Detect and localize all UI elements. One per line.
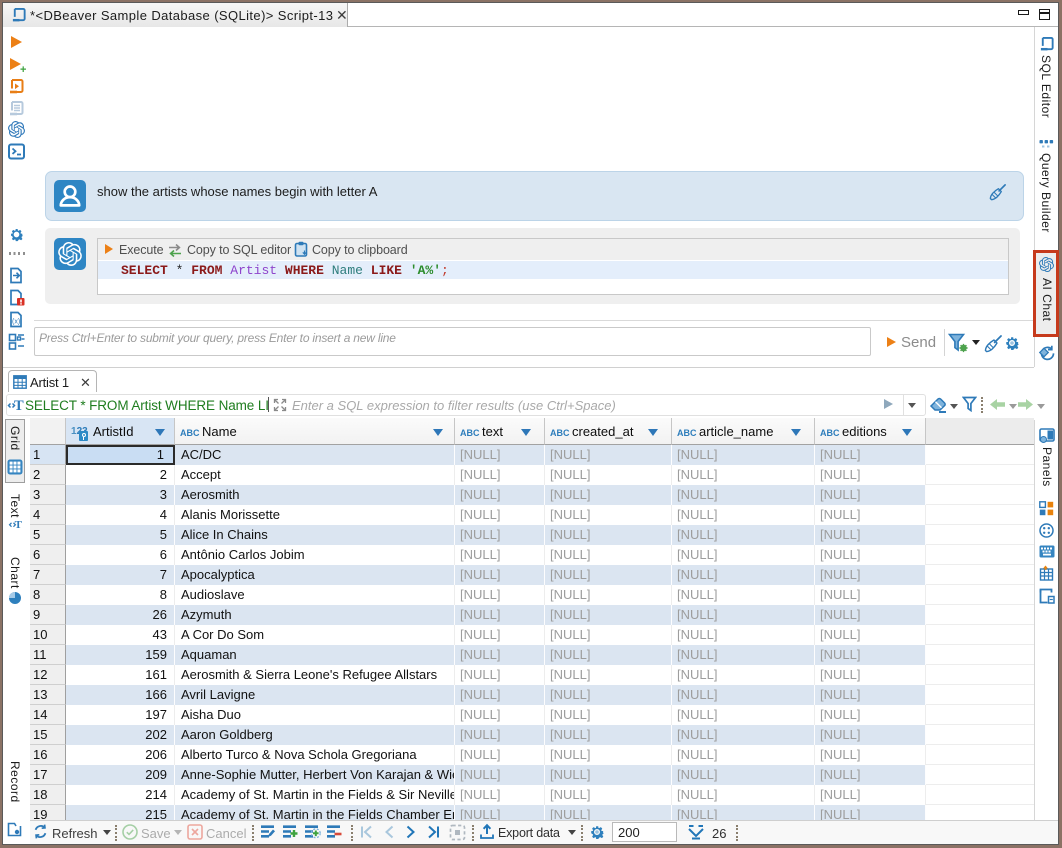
svg-text:(x): (x) [12, 318, 20, 325]
svg-text:T: T [14, 398, 24, 412]
svg-text:T: T [15, 519, 22, 530]
